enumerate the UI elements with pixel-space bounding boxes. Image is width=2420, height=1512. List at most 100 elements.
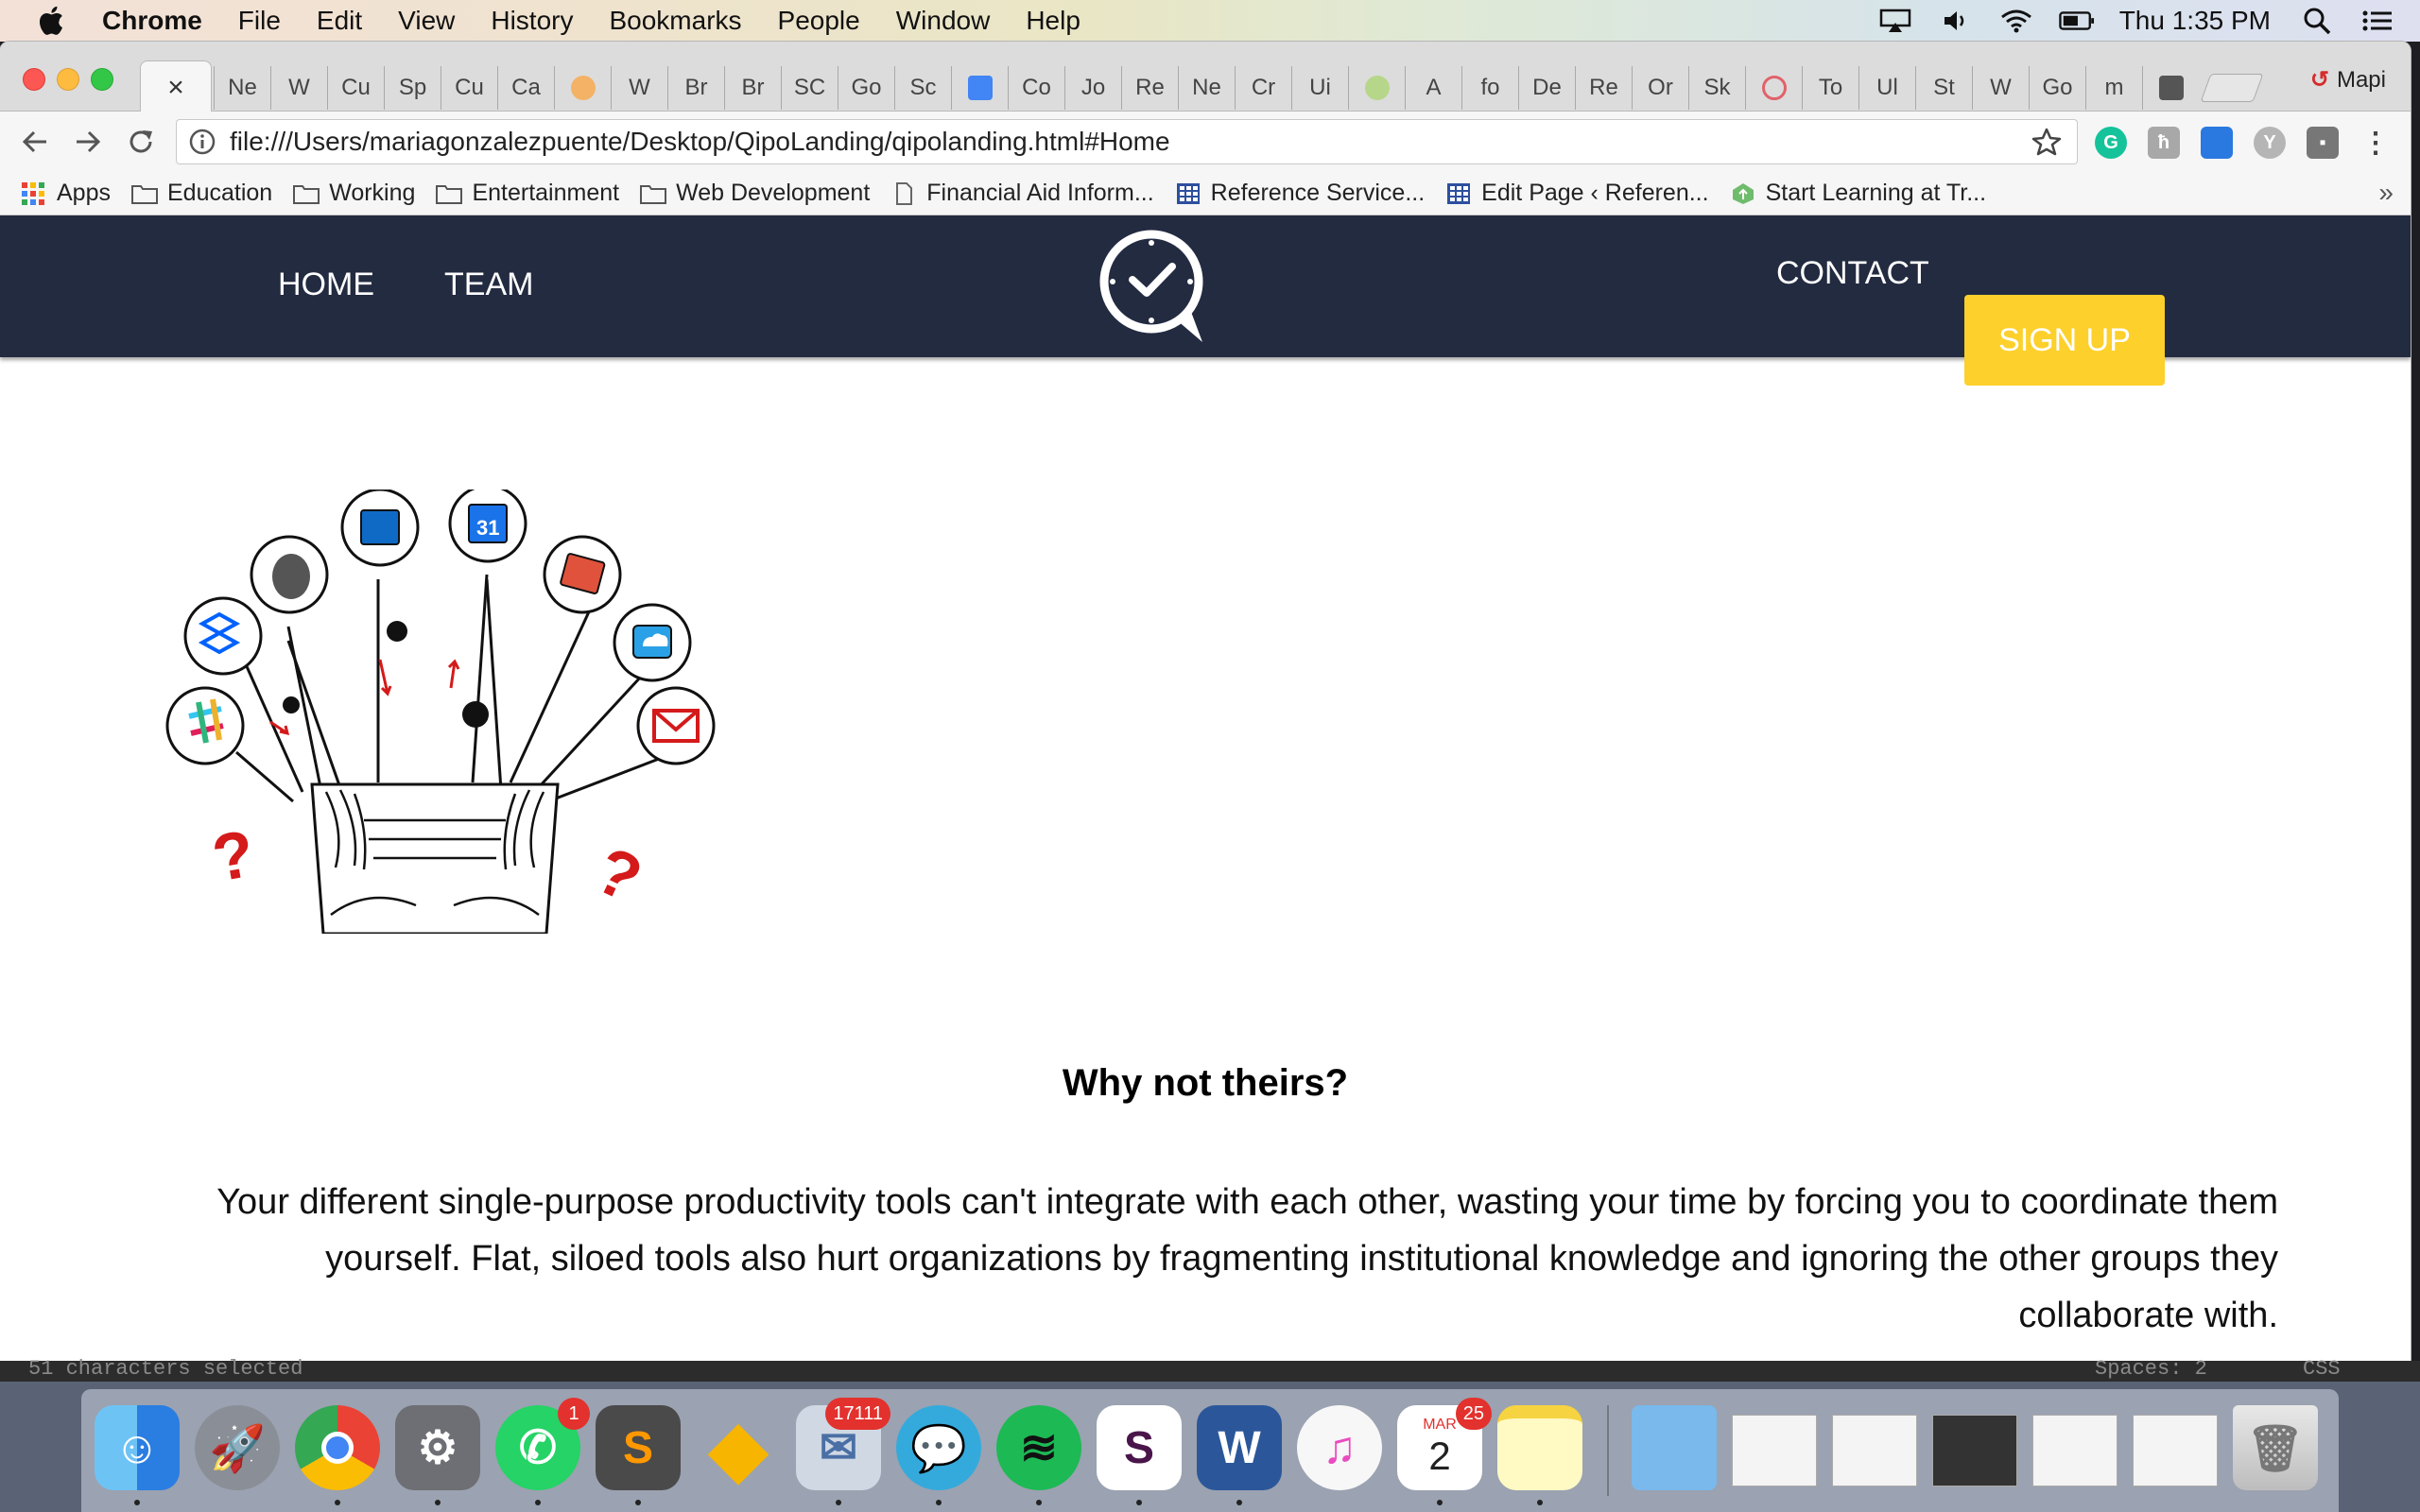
dock-system-preferences[interactable]: ⚙ [395,1405,480,1505]
tab[interactable]: Re [1575,66,1632,110]
tab[interactable]: Go [838,66,894,110]
dock-whatsapp[interactable]: ✆ 1 [495,1398,590,1505]
extension-h-icon[interactable]: ħ [2148,127,2180,159]
dock-messages[interactable]: 💬 [896,1405,981,1505]
menu-bookmarks[interactable]: Bookmarks [609,6,741,36]
grammarly-icon[interactable]: G [2095,127,2127,159]
bookmark-star-icon[interactable] [2031,127,2062,157]
tab[interactable]: Re [1121,66,1178,110]
bookmark-folder-education[interactable]: Education [130,180,272,207]
tab-active[interactable]: × [140,60,212,113]
back-button[interactable] [17,124,53,160]
tab[interactable]: Ui [1291,66,1348,110]
dock-minimized-window[interactable] [2133,1415,2218,1486]
tab[interactable] [554,66,611,110]
qipo-clock-logo-icon[interactable] [1095,225,1208,348]
tab[interactable]: Go [2029,66,2085,110]
tab[interactable]: Ul [1858,66,1915,110]
tab[interactable]: Cu [441,66,497,110]
window-maximize-button[interactable] [91,68,113,91]
bookmarks-overflow-button[interactable]: » [2378,178,2394,208]
dock-minimized-window[interactable] [1932,1415,2017,1486]
new-tab-button[interactable] [2199,66,2265,110]
apple-icon[interactable] [36,4,70,38]
dock-itunes[interactable]: ♫ [1297,1405,1382,1496]
tab[interactable] [1745,66,1802,110]
tab-close-icon[interactable]: × [167,72,184,104]
tab[interactable]: Br [667,66,724,110]
tab[interactable] [951,66,1008,110]
menu-view[interactable]: View [398,6,455,36]
nav-home-link[interactable]: HOME [278,266,374,303]
extension-y-icon[interactable]: Y [2254,127,2286,159]
url-input[interactable] [230,127,2031,157]
tab[interactable]: Ca [497,66,554,110]
sign-up-button[interactable]: SIGN UP [1964,295,2165,386]
dock-mail[interactable]: ✉ 17111 [796,1398,890,1505]
tab[interactable]: Or [1632,66,1688,110]
reload-button[interactable] [123,124,159,160]
clock[interactable]: Thu 1:35 PM [2119,6,2271,36]
tab[interactable]: Cr [1235,66,1291,110]
tab[interactable]: W [270,66,327,110]
tab[interactable]: Cu [327,66,384,110]
nav-contact-link[interactable]: CONTACT [1776,255,1929,292]
tab[interactable]: Ne [1178,66,1235,110]
dock-calendar[interactable]: MAR 2 25 [1397,1398,1492,1505]
forward-button[interactable] [70,124,106,160]
dock-sketch[interactable]: ◆ [696,1405,781,1496]
tab[interactable]: A [1405,66,1461,110]
profile-button[interactable]: ↺ Mapi [2310,66,2386,94]
volume-icon[interactable] [1938,7,1974,35]
dock-finder[interactable]: ☺ [95,1405,180,1505]
tab[interactable]: fo [1461,66,1518,110]
dock-slack[interactable]: S [1097,1405,1182,1505]
window-minimize-button[interactable] [57,68,79,91]
dock-spotify[interactable]: ≋ [996,1405,1081,1505]
bookmark-apps[interactable]: Apps [21,180,111,207]
notification-center-icon[interactable] [2360,7,2395,35]
address-bar[interactable] [176,119,2078,164]
menu-people[interactable]: People [778,6,860,36]
airplay-icon[interactable] [1877,7,1913,35]
tab[interactable]: St [1915,66,1972,110]
bookmark-folder-working[interactable]: Working [293,180,415,207]
menu-history[interactable]: History [491,6,573,36]
menu-edit[interactable]: Edit [317,6,362,36]
tab[interactable]: Co [1008,66,1064,110]
tab[interactable]: Ne [214,66,270,110]
site-info-icon[interactable] [188,128,216,156]
dock-trash[interactable]: 🗑 [2233,1405,2318,1496]
dock-documents-folder[interactable] [1632,1405,1717,1496]
dock-chrome[interactable] [295,1405,380,1505]
tab[interactable]: Br [724,66,781,110]
bookmark-start-learning[interactable]: Start Learning at Tr... [1730,180,1986,207]
bookmark-financial-aid[interactable]: Financial Aid Inform... [890,180,1154,207]
dock-minimized-window[interactable] [2032,1415,2118,1486]
tab[interactable]: To [1802,66,1858,110]
dock-minimized-window[interactable] [1832,1415,1917,1486]
bookmark-folder-entertainment[interactable]: Entertainment [436,180,619,207]
bookmark-folder-web-development[interactable]: Web Development [640,180,870,207]
spotlight-search-icon[interactable] [2299,7,2335,35]
tab[interactable]: SC [781,66,838,110]
tab[interactable]: Jo [1064,66,1121,110]
dock-launchpad[interactable]: 🚀 [195,1405,280,1496]
tab[interactable]: m [2085,66,2142,110]
battery-icon[interactable] [2058,7,2095,35]
bookmark-reference-service[interactable]: Reference Service... [1175,180,1425,207]
chrome-menu-icon[interactable]: ⋮ [2360,127,2392,159]
tab[interactable]: Sc [894,66,951,110]
dock-sublime-text[interactable]: S [596,1405,681,1505]
menu-help[interactable]: Help [1026,6,1080,36]
tab[interactable] [1348,66,1405,110]
tab[interactable]: W [1972,66,2029,110]
nav-team-link[interactable]: TEAM [444,266,533,303]
tab[interactable] [2142,66,2199,110]
extension-screen-icon[interactable] [2201,127,2233,159]
menu-window[interactable]: Window [896,6,991,36]
extension-plug-icon[interactable]: ▪ [2307,127,2339,159]
wifi-icon[interactable] [1998,7,2034,35]
bookmark-edit-page[interactable]: Edit Page ‹ Referen... [1445,180,1709,207]
menu-app-name[interactable]: Chrome [102,6,202,36]
